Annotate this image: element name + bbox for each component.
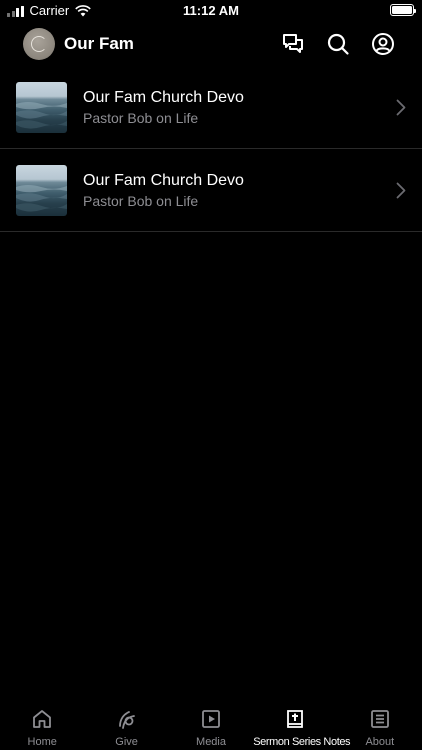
tab-bar: Home Give Media Sermon Series Notes Abou… bbox=[0, 700, 422, 750]
home-icon bbox=[33, 710, 52, 728]
tab-sermon-series-notes[interactable]: Sermon Series Notes bbox=[253, 700, 351, 750]
item-subtitle: Pastor Bob on Life bbox=[83, 193, 199, 209]
media-icon bbox=[202, 710, 220, 728]
tab-label: Give bbox=[115, 736, 138, 748]
app-title: Our Fam bbox=[64, 34, 134, 53]
about-icon bbox=[370, 710, 389, 728]
tab-label: Home bbox=[27, 736, 57, 748]
app-header: Our Fam bbox=[0, 22, 422, 66]
item-title: Our Fam Church Devo bbox=[83, 172, 244, 189]
item-subtitle: Pastor Bob on Life bbox=[83, 110, 199, 126]
bible-icon bbox=[287, 710, 304, 728]
messages-icon[interactable] bbox=[281, 32, 305, 56]
tab-about[interactable]: About bbox=[338, 700, 422, 750]
list-item[interactable]: Our Fam Church Devo Pastor Bob on Life bbox=[0, 149, 422, 232]
tab-label: Media bbox=[196, 736, 226, 748]
give-icon bbox=[118, 711, 135, 729]
search-icon[interactable] bbox=[326, 32, 350, 56]
status-time: 11:12 AM bbox=[183, 3, 239, 18]
battery-icon bbox=[390, 4, 416, 16]
list-item[interactable]: Our Fam Church Devo Pastor Bob on Life bbox=[0, 66, 422, 149]
tab-label: About bbox=[365, 736, 395, 748]
chevron-right-icon bbox=[396, 99, 406, 116]
chevron-right-icon bbox=[396, 182, 406, 199]
item-title: Our Fam Church Devo bbox=[83, 89, 244, 106]
tab-home[interactable]: Home bbox=[0, 700, 84, 750]
tab-media[interactable]: Media bbox=[169, 700, 253, 750]
tab-label: Sermon Series Notes bbox=[253, 736, 351, 748]
ocean-thumbnail bbox=[16, 82, 67, 133]
devotional-list: Our Fam Church Devo Pastor Bob on Life O… bbox=[0, 66, 422, 232]
ocean-thumbnail bbox=[16, 165, 67, 216]
status-bar: Carrier 11:12 AM bbox=[0, 0, 422, 22]
tab-give[interactable]: Give bbox=[84, 700, 168, 750]
account-icon[interactable] bbox=[371, 32, 395, 56]
church-logo-avatar[interactable] bbox=[23, 28, 55, 60]
